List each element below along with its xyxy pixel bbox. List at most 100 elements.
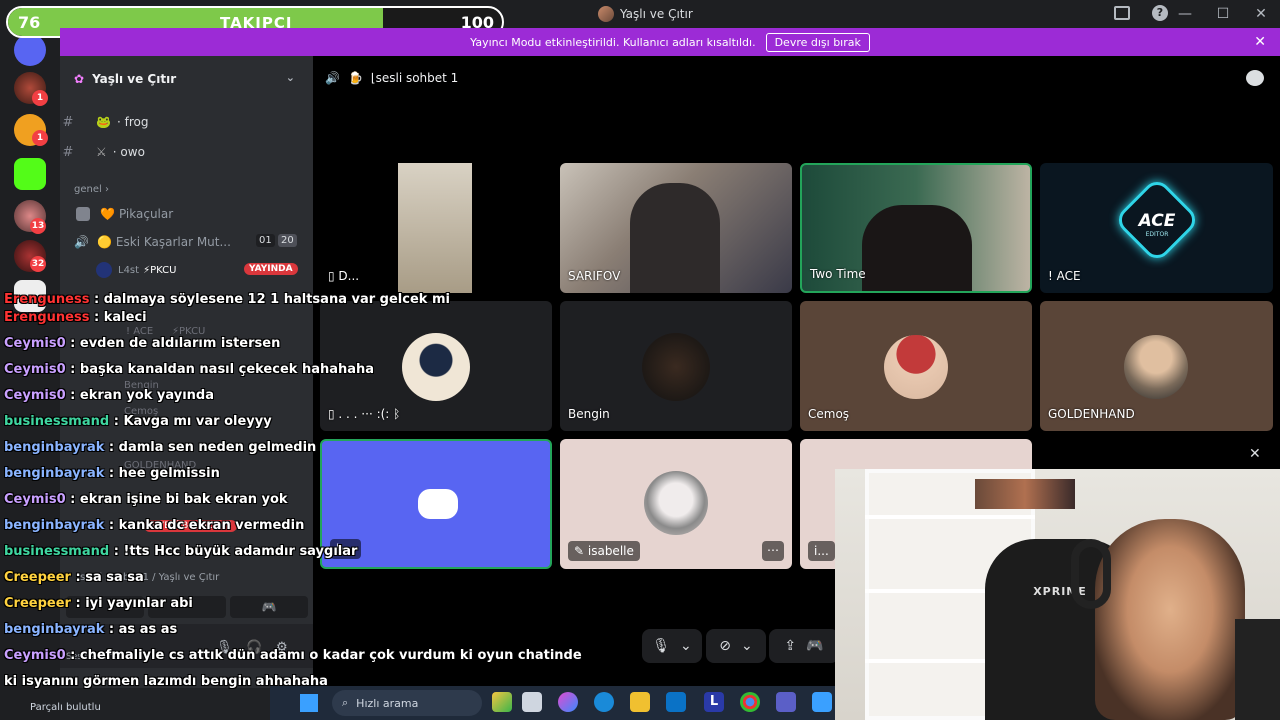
category-label: genel (74, 184, 102, 195)
voice-channel-label: sesli sohbet 1 (375, 71, 459, 85)
avatar (642, 333, 710, 401)
video-tile-d[interactable]: ▯ D... (320, 163, 552, 293)
close-icon[interactable]: ✕ (1249, 446, 1261, 462)
chat-separator: : (65, 648, 80, 663)
channel-item-owo[interactable]: # ⚔ · owo (60, 140, 313, 164)
video-feed (862, 205, 972, 291)
search-icon: ⌕ (342, 696, 349, 709)
chat-text: chefmaliyle cs attık dün adamı o kadar ç… (79, 648, 582, 663)
widget-icon[interactable] (492, 692, 512, 712)
video-tile-ace[interactable]: ACE EDITOR ! ACE (1040, 163, 1273, 293)
video-tile-bengin[interactable]: Bengin (560, 301, 792, 431)
channel-emoji: ⚔ (96, 145, 107, 159)
kick-icon[interactable] (14, 158, 46, 190)
headset (1071, 539, 1111, 609)
chat-message: Ceymis0 : ekran işine bi bak ekran yok (4, 492, 288, 507)
figures (975, 479, 1075, 509)
window-title-text: Yaşlı ve Çıtır (620, 7, 693, 21)
maximize-button[interactable]: ☐ (1204, 6, 1242, 22)
video-tile-two-time[interactable]: Two Time (800, 163, 1032, 293)
video-tile-isabelle[interactable]: ✎ isabelle ⋯ (560, 439, 792, 569)
chat-separator: : (65, 336, 80, 351)
category-genel[interactable]: genel › (74, 184, 109, 195)
chat-username: benginbayrak (4, 466, 105, 481)
chat-username: Creepeer (4, 596, 71, 611)
more-options-icon[interactable]: ⋯ (762, 541, 784, 561)
server-header[interactable]: ✿ Yaşlı ve Çıtır ⌄ (60, 64, 313, 94)
inbox-icon[interactable] (1114, 6, 1130, 20)
minimize-button[interactable]: — (1166, 6, 1204, 22)
chat-username: businessmand (4, 414, 110, 429)
chat-username: Ceymis0 (4, 388, 66, 403)
channel-label: Eski Kaşarlar Mut... (115, 235, 231, 249)
chat-separator: : (70, 596, 86, 611)
chat-bubble-icon[interactable] (1246, 70, 1264, 86)
channel-item-frog[interactable]: # 🐸 · frog (60, 110, 313, 134)
channel-name: · owo (112, 145, 145, 159)
chat-text: sa sa sa (85, 570, 144, 585)
screen: Yaşlı ve Çıtır ? — ☐ ✕ 1 1 13 32 76 TAKI… (0, 0, 1280, 720)
chat-text: ekran yok yayında (79, 388, 215, 403)
channel-item-eski-kasarlar[interactable]: 🔊 🟡 Eski Kaşarlar Mut... 01 20 (60, 230, 313, 254)
app-l-icon[interactable]: L (704, 692, 724, 712)
server-name: Yaşlı ve Çıtır (92, 72, 177, 86)
chat-message: benginbayrak : damla sen neden gelmedin (4, 440, 316, 455)
chat-username: Ceymis0 (4, 648, 66, 663)
close-window-button[interactable]: ✕ (1242, 6, 1280, 22)
file-explorer-icon[interactable] (630, 692, 650, 712)
participant-name: Two Time (810, 267, 866, 281)
chat-separator: : (89, 292, 104, 307)
teams-icon[interactable] (776, 692, 796, 712)
camera-toggle[interactable]: ⊘ ⌄ (706, 629, 766, 663)
chrome-icon[interactable] (740, 692, 760, 712)
voice-user-l4st[interactable]: L4st ⚡PKCU YAYINDA (60, 258, 313, 282)
chat-message: Ceymis0 : başka kanaldan nasıl çekecek h… (4, 362, 374, 377)
app-icon[interactable] (812, 692, 832, 712)
chat-text: damla sen neden gelmedin (118, 440, 317, 455)
streamer-mode-banner: Yayıncı Modu etkinleştirildi. Kullanıcı … (60, 28, 1280, 56)
copilot-icon[interactable] (558, 692, 578, 712)
close-icon[interactable]: ✕ (1254, 34, 1266, 50)
chat-username: Ceymis0 (4, 362, 66, 377)
windows-start-icon[interactable] (300, 694, 318, 712)
video-tile-sarifov[interactable]: SARIFOV (560, 163, 792, 293)
participant-name: Cemoş (808, 407, 850, 421)
channel-item-pikacular[interactable]: 🧡 Pikaçular (60, 202, 313, 226)
voice-channel-name: ⌊sesli sohbet 1 (370, 71, 459, 85)
chat-text: kanka dc ekran vermedin (118, 518, 305, 533)
screen-activity-controls[interactable]: ⇪ 🎮 (769, 629, 839, 663)
chat-message: benginbayrak : hee gelmissin (4, 466, 220, 481)
ace-logo-text: ACE (1138, 211, 1176, 231)
chevron-down-icon: ⌄ (741, 638, 753, 654)
shelf-divider (865, 515, 1035, 519)
chat-separator: : (65, 492, 80, 507)
chat-separator: : (89, 310, 104, 325)
participant-name: GOLDENHAND (1048, 407, 1135, 421)
hash-icon: # (62, 114, 74, 130)
outlook-icon[interactable] (666, 692, 686, 712)
task-view-icon[interactable] (522, 692, 542, 712)
chat-message: businessmand : Kavga mı var oleyyy (4, 414, 272, 429)
hash-icon: # (62, 144, 74, 160)
follower-current: 76 (18, 13, 41, 32)
activity-button[interactable]: 🎮 (230, 596, 308, 618)
avatar (96, 262, 112, 278)
camera-off-icon: ⊘ (719, 638, 731, 654)
chat-username: businessmand (4, 544, 110, 559)
taskbar-search[interactable]: ⌕ Hızlı arama (332, 690, 482, 716)
chat-text: evden de aldılarım istersen (79, 336, 281, 351)
voice-header: 🔊 🍺 ⌊sesli sohbet 1 (313, 66, 458, 90)
speaker-icon: 🔊 (74, 235, 89, 249)
chevron-down-icon: ⌄ (285, 71, 295, 84)
disable-streamer-mode-button[interactable]: Devre dışı bırak (765, 32, 870, 52)
video-tile-goldenhand[interactable]: GOLDENHAND (1040, 301, 1273, 431)
ace-logo-sub: EDITOR (1145, 231, 1169, 238)
server-avatar-icon (598, 6, 614, 22)
notification-badge: 1 (32, 130, 48, 146)
discord-home-icon[interactable] (14, 34, 46, 66)
video-tile-cemos[interactable]: Cemoş (800, 301, 1032, 431)
mic-toggle[interactable]: 🎙 ⌄ (642, 629, 702, 663)
chat-username: benginbayrak (4, 518, 105, 533)
edge-icon[interactable] (594, 692, 614, 712)
chat-message: Ceymis0 : ekran yok yayında (4, 388, 214, 403)
